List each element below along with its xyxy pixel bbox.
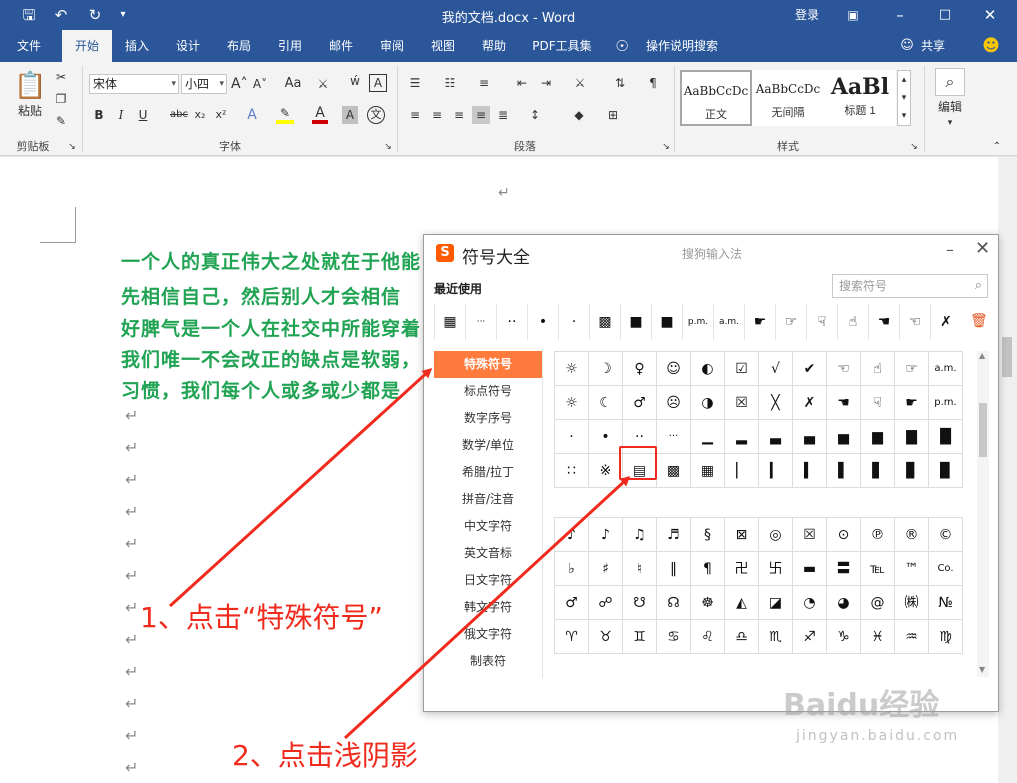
annotation-step2: 2、点击浅阴影 (232, 739, 418, 772)
arrow-to-category (168, 367, 433, 608)
annotation-arrows (168, 367, 631, 740)
annotation-step1: 1、点击“特殊符号” (140, 601, 383, 634)
arrow-to-symbol (343, 475, 631, 740)
baidu-watermark-url: jingyan.baidu.com (796, 728, 960, 744)
baidu-watermark: Baidu经验 (783, 688, 940, 723)
word-window: 🖫 ↶ ↻ ▾ 我的文档.docx - Word 登录 ▣ – □ ✕ 文件 开… (0, 0, 1017, 783)
